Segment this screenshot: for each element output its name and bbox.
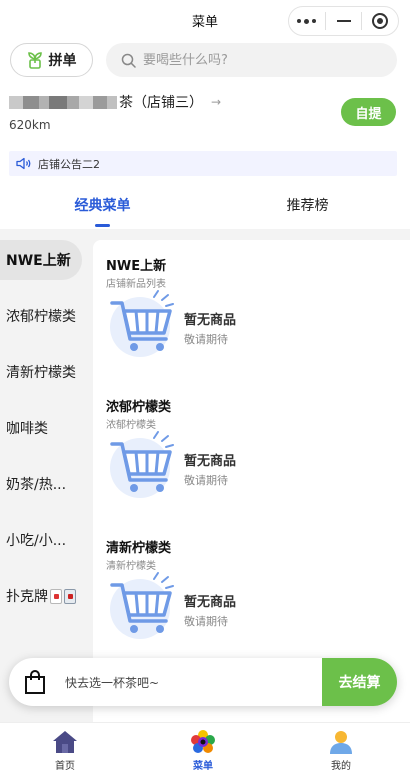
menu-tabs: 经典菜单 推荐榜: [0, 184, 410, 228]
empty-message: 暂无商品 敬请期待: [184, 309, 236, 347]
speaker-icon: [16, 157, 31, 170]
category-item[interactable]: 奶茶/热...: [0, 464, 92, 504]
section-title: NWE上新: [106, 259, 167, 274]
more-dots-icon: [297, 18, 317, 24]
announcement-bar: 店铺公告二2: [9, 151, 397, 176]
category-section: 浓郁柠檬类 浓郁柠檬类 暂无商品 敬请期待: [106, 396, 396, 498]
empty-subtitle: 敬请期待: [184, 333, 228, 346]
category-item[interactable]: NWE上新: [0, 240, 82, 280]
bottom-navigation: 首页 菜单 我的: [0, 722, 410, 776]
card-back-icon: [64, 588, 76, 604]
empty-state: 暂无商品 敬请期待: [106, 430, 396, 510]
category-label: 扑克牌: [6, 589, 48, 605]
menu-body: NWE上新 浓郁柠檬类 清新柠檬类 咖啡类 奶茶/热... 小吃/小... 扑克…: [0, 229, 410, 722]
menu-icon: [191, 730, 215, 753]
cart-hint: 快去选一杯茶吧~: [65, 676, 160, 690]
category-item[interactable]: 扑克牌: [0, 576, 92, 616]
nav-profile[interactable]: 我的: [311, 729, 371, 772]
playing-card-icons: [50, 588, 76, 604]
redacted-store-name: [9, 95, 117, 109]
tab-classic-menu[interactable]: 经典菜单: [0, 184, 205, 228]
minus-icon: [336, 20, 351, 22]
nav-label: 菜单: [193, 761, 213, 772]
profile-icon: [330, 731, 352, 754]
store-name: 茶（店铺三）: [119, 95, 203, 111]
search-input[interactable]: [143, 52, 363, 68]
search-icon: [121, 53, 136, 68]
cart-bar: 快去选一杯茶吧~ 去结算: [9, 658, 397, 706]
target-icon: [372, 13, 389, 29]
category-section: 清新柠檬类 清新柠檬类 暂无商品 敬请期待: [106, 537, 396, 639]
empty-title: 暂无商品: [184, 313, 237, 328]
empty-subtitle: 敬请期待: [184, 615, 228, 628]
category-label: 清新柠檬类: [6, 365, 76, 381]
empty-message: 暂无商品 敬请期待: [184, 450, 236, 488]
product-list[interactable]: NWE上新 店铺新品列表 暂无商品 敬请期待 浓郁柠檬类 浓郁柠檬类 暂无商品 …: [93, 240, 410, 722]
category-sidebar[interactable]: NWE上新 浓郁柠檬类 清新柠檬类 咖啡类 奶茶/热... 小吃/小... 扑克…: [0, 229, 92, 722]
category-item[interactable]: 咖啡类: [0, 408, 92, 448]
category-label: 浓郁柠檬类: [6, 309, 76, 325]
section-title: 清新柠檬类: [106, 541, 172, 556]
store-distance: 620km: [9, 118, 51, 132]
category-label: 奶茶/热...: [6, 477, 67, 493]
nav-menu[interactable]: 菜单: [173, 729, 233, 772]
group-order-button[interactable]: 拼单: [10, 43, 93, 77]
close-miniapp-button[interactable]: [362, 7, 398, 35]
category-item[interactable]: 小吃/小...: [0, 520, 92, 560]
empty-title: 暂无商品: [184, 595, 237, 610]
more-button[interactable]: [289, 7, 325, 35]
tab-ranking[interactable]: 推荐榜: [205, 184, 410, 228]
nav-label: 我的: [331, 761, 351, 772]
empty-state: 暂无商品 敬请期待: [106, 571, 396, 651]
empty-message: 暂无商品 敬请期待: [184, 591, 236, 629]
arrow-right-icon: →: [211, 95, 222, 109]
section-subtitle: 浓郁柠檬类: [106, 420, 156, 431]
sprout-icon: [27, 52, 42, 69]
section-subtitle: 清新柠檬类: [106, 561, 156, 572]
store-selector[interactable]: 茶（店铺三） →: [9, 92, 221, 112]
empty-subtitle: 敬请期待: [184, 474, 228, 487]
checkout-button[interactable]: 去结算: [322, 658, 397, 706]
group-order-label: 拼单: [48, 53, 77, 69]
empty-title: 暂无商品: [184, 454, 237, 469]
category-item[interactable]: 清新柠檬类: [0, 352, 92, 392]
home-icon: [53, 731, 77, 753]
category-label: 小吃/小...: [6, 533, 67, 549]
search-box[interactable]: [106, 43, 397, 77]
empty-state: 暂无商品 敬请期待: [106, 289, 396, 369]
shopping-bag-icon[interactable]: [24, 670, 46, 694]
category-item[interactable]: 浓郁柠檬类: [0, 296, 92, 336]
section-title: 浓郁柠檬类: [106, 400, 172, 415]
announcement-text: 店铺公告二2: [38, 157, 100, 171]
section-subtitle: 店铺新品列表: [106, 279, 166, 290]
empty-cart-icon: [110, 431, 174, 498]
nav-label: 首页: [55, 761, 75, 772]
nav-home[interactable]: 首页: [35, 729, 95, 772]
pickup-button[interactable]: 自提: [341, 98, 396, 126]
category-label: 咖啡类: [6, 421, 48, 437]
empty-cart-icon: [110, 290, 174, 357]
miniapp-capsule: [288, 6, 399, 36]
category-label: NWE上新: [6, 253, 71, 269]
title-bar: 菜单: [0, 0, 410, 40]
playing-card-icon: [50, 588, 62, 604]
empty-cart-icon: [110, 572, 174, 639]
minimize-button[interactable]: [326, 7, 362, 35]
category-section: NWE上新 店铺新品列表 暂无商品 敬请期待: [106, 255, 396, 357]
